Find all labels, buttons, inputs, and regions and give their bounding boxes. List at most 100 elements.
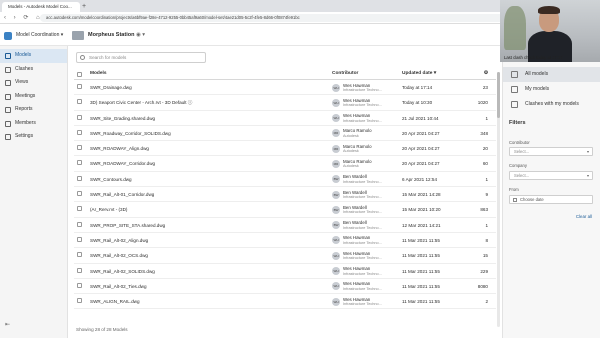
model-name[interactable]: SWR_Rail_Alt-02_OCS.dwg: [90, 248, 148, 263]
row-checkbox[interactable]: [77, 267, 82, 273]
row-checkbox[interactable]: [77, 114, 82, 120]
updated-date: Today at 10:30: [402, 100, 433, 106]
model-name[interactable]: SWR_ALIGN_RAIL.dwg: [90, 294, 140, 309]
table-row[interactable]: (Ar_Rerv.rvt - (3D) BW Ben Wardell Infrastr…: [74, 202, 496, 218]
model-name[interactable]: SWR_Roadway_Corridor_SOLIDS.dwg: [90, 126, 171, 141]
table-row[interactable]: SWR_ALIGN_RAIL.dwg WH Wes Hawman Infrastruc…: [74, 294, 496, 310]
table-row[interactable]: SWR_Drainage.dwg WH Wes Hawman Infrastructu…: [74, 80, 496, 96]
model-name[interactable]: SWR_Rail_Alt-02_Ties.dwg: [90, 279, 147, 294]
sidebar-item-reports[interactable]: Reports: [0, 103, 67, 117]
project-thumbnail: [72, 31, 84, 40]
contributor-name: Wes Hawman: [343, 266, 371, 272]
contributor-company: Infrastructure Techno...: [343, 286, 382, 291]
select-all-checkbox[interactable]: [77, 71, 82, 77]
main-content: Search for models Models Contributor Upd…: [68, 46, 502, 338]
sidebar-item-settings[interactable]: Settings: [0, 130, 67, 144]
row-checkbox[interactable]: [77, 221, 82, 227]
updated-date: 11 Mar 2021 11:55: [402, 268, 440, 274]
table-row[interactable]: SWR_Rail_Alt-02_SOLIDS.dwg WH Wes Hawman In…: [74, 264, 496, 279]
updated-date: 11 Mar 2021 11:55: [402, 237, 440, 243]
table-row[interactable]: SWR_ROADWAY_Align.dwg MR Marco Ramolo Autod…: [74, 141, 496, 157]
row-checkbox[interactable]: [77, 252, 82, 258]
sidebar-item-views[interactable]: Views: [0, 76, 67, 90]
scrollbar[interactable]: [497, 72, 500, 327]
row-checkbox[interactable]: [77, 145, 82, 151]
scrollbar-thumb[interactable]: [497, 72, 500, 118]
table-row[interactable]: SWR_PROP_SITE_STA.shared.dwg BW Ben Wardel…: [74, 218, 496, 233]
gear-icon: [5, 134, 11, 140]
model-name[interactable]: SWR_ROADWAY_Align.dwg: [90, 141, 149, 156]
sidebar-item-clashes[interactable]: Clashes: [0, 63, 67, 77]
new-tab-button[interactable]: +: [82, 3, 86, 10]
updated-date: 11 Mar 2021 11:55: [402, 299, 440, 305]
search-input[interactable]: Search for models: [76, 52, 206, 63]
avatar: BW: [332, 221, 340, 230]
row-checkbox[interactable]: [77, 191, 82, 197]
sidebar-item-models[interactable]: Models: [0, 49, 67, 63]
table-row[interactable]: SWR_Rail_Alt-02_OCS.dwg WH Wes Hawman Infra…: [74, 248, 496, 264]
row-checkbox[interactable]: [77, 160, 82, 166]
contributor-name: Ben Wardell: [343, 204, 367, 210]
sidebar-item-members[interactable]: Members: [0, 117, 67, 131]
contributor-company: Autodesk: [343, 164, 359, 169]
from-date-picker[interactable]: Choose date: [509, 195, 593, 204]
row-checkbox[interactable]: [77, 282, 82, 288]
table-row[interactable]: SWR_Roadway_Corridor_SOLIDS.dwg MR Marco R…: [74, 126, 496, 142]
row-checkbox[interactable]: [77, 298, 82, 304]
sidebar-item-meetings[interactable]: Meetings: [0, 90, 67, 104]
contributor-company: Infrastructure Techno...: [343, 195, 382, 200]
version-count: 15: [482, 253, 488, 259]
contributor-company: Infrastructure Techno...: [343, 240, 382, 245]
model-name[interactable]: SWR_Drainage.dwg: [90, 80, 132, 95]
view-my-models[interactable]: My models: [503, 82, 600, 97]
view-clashes-with-my-models[interactable]: Clashes with my models: [503, 97, 600, 112]
model-name[interactable]: (Ar_Rerv.rvt - (3D): [90, 202, 127, 217]
avatar: BW: [332, 175, 340, 184]
row-checkbox[interactable]: [77, 175, 82, 181]
column-header-models[interactable]: Models: [90, 68, 107, 80]
table-row[interactable]: SWR_ROADWAY_Corridor.dwg MR Marco Ramolo Au…: [74, 156, 496, 172]
table-row[interactable]: SWR_Rail_Alt-01_Corridor.dwg BW Ben Wardel…: [74, 187, 496, 203]
model-name[interactable]: SWR_Site_Grading.shared.dwg: [90, 111, 155, 126]
company-select[interactable]: Select... ▾: [509, 171, 593, 180]
version-count: 8080: [477, 283, 488, 289]
clashes-icon: [5, 66, 11, 73]
model-name[interactable]: SWR_Contours.dwg: [90, 172, 132, 187]
presenter-hair: [538, 6, 560, 14]
contributor-name: Marco Ramolo: [343, 158, 372, 164]
row-checkbox[interactable]: [77, 129, 82, 135]
model-name[interactable]: SWR_Rail_Alt-02_SOLIDS.dwg: [90, 264, 155, 279]
row-checkbox[interactable]: [77, 236, 82, 242]
browser-tab[interactable]: Models - Autodesk Model Coo...: [2, 2, 80, 12]
row-checkbox[interactable]: [77, 206, 82, 212]
sidebar-item-label: Models: [15, 52, 32, 58]
version-count: 20: [482, 146, 488, 152]
module-selector[interactable]: Model Coordination ▾: [4, 29, 68, 42]
contributor-company: Infrastructure Techno...: [343, 225, 382, 230]
model-name[interactable]: SWR_ROADWAY_Corridor.dwg: [90, 156, 155, 171]
row-checkbox[interactable]: [77, 99, 82, 105]
column-settings-icon[interactable]: ⚙: [484, 68, 488, 80]
contributor-select[interactable]: Select... ▾: [509, 147, 593, 156]
table-row[interactable]: SWR_Rail_Alt-02_Align.dwg WH Wes Hawman Inf…: [74, 233, 496, 249]
table-row[interactable]: 3D) Seaport Civic Center - Arch.rvt - 3D…: [74, 95, 496, 111]
column-header-updated-date[interactable]: Updated date ▾: [402, 68, 436, 80]
table-row[interactable]: SWR_Site_Grading.shared.dwg WH Wes Hawman I…: [74, 111, 496, 126]
avatar: WH: [332, 251, 340, 260]
column-header-contributor[interactable]: Contributor: [332, 68, 398, 80]
view-all-models[interactable]: All models: [503, 67, 600, 82]
table-body: SWR_Drainage.dwg WH Wes Hawman Infrastructu…: [74, 80, 496, 310]
project-selector[interactable]: Morpheus Station ◉ ▾: [72, 30, 145, 41]
table-row[interactable]: SWR_Contours.dwg BW Ben Wardell Infrastruct…: [74, 172, 496, 188]
user-icon: [511, 86, 518, 93]
row-checkbox[interactable]: [77, 84, 82, 89]
collapse-sidebar-icon[interactable]: ⇤: [5, 321, 10, 328]
table-row[interactable]: SWR_Rail_Alt-02_Ties.dwg WH Wes Hawman Infr…: [74, 279, 496, 295]
model-name[interactable]: SWR_Rail_Alt-01_Corridor.dwg: [90, 187, 154, 202]
browser-nav-icons[interactable]: ‹ › ⟳ ⌂: [4, 14, 43, 21]
clear-all-link[interactable]: Clear all: [576, 214, 592, 219]
url-field[interactable]: acc.autodesk.com/modelcoordination/proje…: [40, 14, 510, 22]
model-name[interactable]: SWR_PROP_SITE_STA.shared.dwg: [90, 218, 165, 233]
model-name[interactable]: 3D) Seaport Civic Center - Arch.rvt - 3D…: [90, 95, 192, 110]
model-name[interactable]: SWR_Rail_Alt-02_Align.dwg: [90, 233, 148, 248]
